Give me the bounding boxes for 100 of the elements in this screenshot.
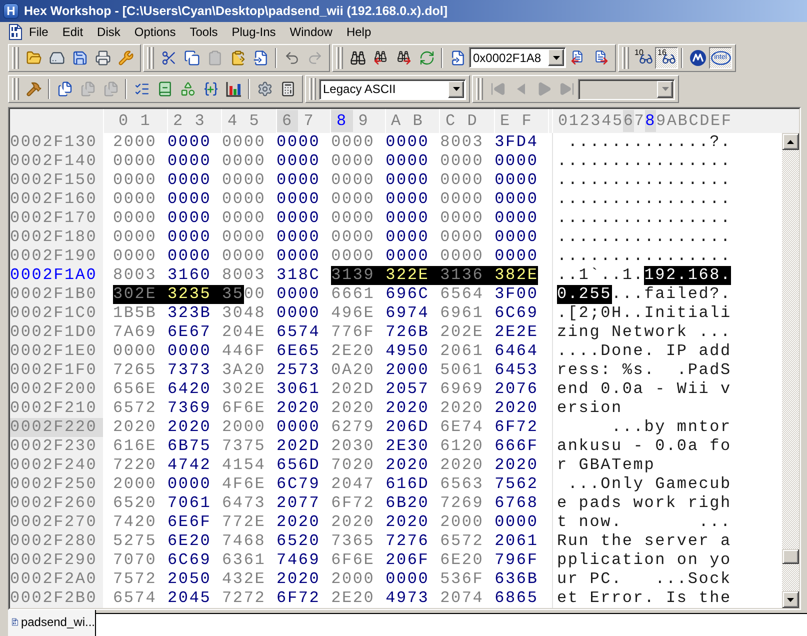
hex-value: 7562 <box>494 475 538 494</box>
row-address: 0002F2B0 <box>10 589 103 608</box>
hex-value: 3FD4 <box>494 133 538 152</box>
hex-value: 2030 <box>331 437 375 456</box>
hex-value: 7468 <box>222 532 266 551</box>
menu-item[interactable]: Window <box>282 23 340 41</box>
column-header: D <box>466 111 480 132</box>
hex-value: 6865 <box>494 589 538 608</box>
toolbar-grip[interactable] <box>622 46 629 68</box>
hex-value: 2020 <box>168 418 212 437</box>
toolbar-grip[interactable] <box>147 46 154 68</box>
calculator-icon <box>280 81 296 97</box>
hex-value: 6C69 <box>168 551 212 570</box>
hex-value: 696C <box>386 285 430 304</box>
hex-value: 6520 <box>276 532 320 551</box>
hex-value: 7420 <box>113 513 157 532</box>
hex-value: 2020 <box>331 513 375 532</box>
ascii-text: ersion <box>557 399 622 418</box>
document-icon[interactable] <box>9 24 22 40</box>
hex-value: 7070 <box>113 551 157 570</box>
ascii-text: .............?. <box>568 133 732 152</box>
column-header: C <box>444 111 458 132</box>
hex-value: 0000 <box>386 247 430 266</box>
document-left-arrow-icon <box>570 50 586 66</box>
ascii-text: end 0.0a - Wii v <box>557 380 732 399</box>
menu-item[interactable]: Options <box>127 23 183 41</box>
menu-item[interactable]: Disk <box>90 23 128 41</box>
menu-item[interactable]: Help <box>339 23 378 41</box>
toolbar-button[interactable]: 10 <box>632 46 655 68</box>
hex-value: 302E <box>222 380 266 399</box>
hex-value: 5061 <box>440 361 484 380</box>
hex-value: 6F6E <box>331 551 375 570</box>
column-header: B <box>412 111 425 132</box>
hex-value: 6E20 <box>168 532 212 551</box>
row-address: 0002F1A0 <box>10 266 103 285</box>
binoculars-icon <box>350 50 366 66</box>
bar-chart-icon <box>226 81 242 97</box>
scrollbar[interactable] <box>782 133 799 608</box>
toolbar-grip[interactable] <box>336 46 343 68</box>
column-header: E <box>710 111 722 132</box>
hex-value: 7373 <box>168 361 212 380</box>
hex-value: 8003 <box>222 266 266 285</box>
column-header: 5 <box>612 111 624 132</box>
hex-value: 0000 <box>222 152 266 171</box>
toolbar-grip[interactable] <box>12 46 19 68</box>
menu-item[interactable]: Plug-Ins <box>224 23 283 41</box>
hex-value: 6464 <box>494 342 538 361</box>
hex-value: 0000 <box>440 209 484 228</box>
dropdown[interactable]: 0x0002F1A8 <box>469 47 566 68</box>
hex-value: 2020 <box>440 399 484 418</box>
hex-value: 6520 <box>113 494 157 513</box>
hex-value: 4742 <box>168 456 212 475</box>
hex-value: 6974 <box>386 304 430 323</box>
scroll-up-button[interactable] <box>782 133 799 150</box>
hex-value: 0000 <box>168 475 212 494</box>
hex-value: 0000 <box>494 209 538 228</box>
braces-plus-icon <box>202 81 218 97</box>
undo-icon <box>284 50 300 66</box>
hex-value: 6564 <box>440 285 484 304</box>
toolbar-grip[interactable] <box>476 78 483 100</box>
hex-value: 2E20 <box>331 342 375 361</box>
app-logo: H <box>3 3 19 19</box>
dropdown[interactable]: Legacy ASCII <box>319 78 466 100</box>
column-header: F <box>520 111 534 132</box>
hex-value: 7369 <box>168 399 212 418</box>
hex-value: 3048 <box>222 304 266 323</box>
row-address: 0002F160 <box>10 190 103 209</box>
ascii-text: 192.168. <box>644 266 732 285</box>
row-address: 0002F280 <box>10 532 103 551</box>
hex-value: 0000 <box>276 228 320 247</box>
scissors-icon <box>160 50 176 66</box>
toolbar-grip[interactable] <box>309 78 316 100</box>
hex-value: 0000 <box>331 190 375 209</box>
menu-item[interactable]: Edit <box>55 23 90 41</box>
hex-value: 0000 <box>168 171 212 190</box>
hex-value: 0000 <box>276 285 320 304</box>
checklist-icon <box>134 81 150 97</box>
hex-value: 0000 <box>113 228 157 247</box>
dropdown-button[interactable] <box>548 49 564 66</box>
toolbar-grip[interactable] <box>12 78 19 100</box>
menu-item[interactable]: File <box>22 23 56 41</box>
document-tab[interactable]: padsend_wi... <box>8 610 96 636</box>
binoculars-left-arrow-icon <box>372 50 388 66</box>
hex-value: 382E <box>494 266 538 285</box>
scroll-thumb[interactable] <box>782 549 799 564</box>
hex-value: 0000 <box>331 209 375 228</box>
hex-value: 0000 <box>168 247 212 266</box>
oval-logo-icon <box>710 50 730 64</box>
hex-value: 2020 <box>494 456 538 475</box>
hex-value: 7572 <box>113 570 157 589</box>
toolbar-button[interactable]: 16 <box>655 46 678 68</box>
ascii-text: ur PC. ...Sock <box>557 570 732 589</box>
row-address: 0002F130 <box>10 133 103 152</box>
row-address: 0002F1D0 <box>10 323 103 342</box>
dropdown-button[interactable] <box>448 80 464 98</box>
hex-value: 0000 <box>386 152 430 171</box>
menu-item[interactable]: Tools <box>182 23 225 41</box>
scroll-down-button[interactable] <box>782 591 799 608</box>
hex-value: 0000 <box>386 171 430 190</box>
hex-value: 2061 <box>440 342 484 361</box>
